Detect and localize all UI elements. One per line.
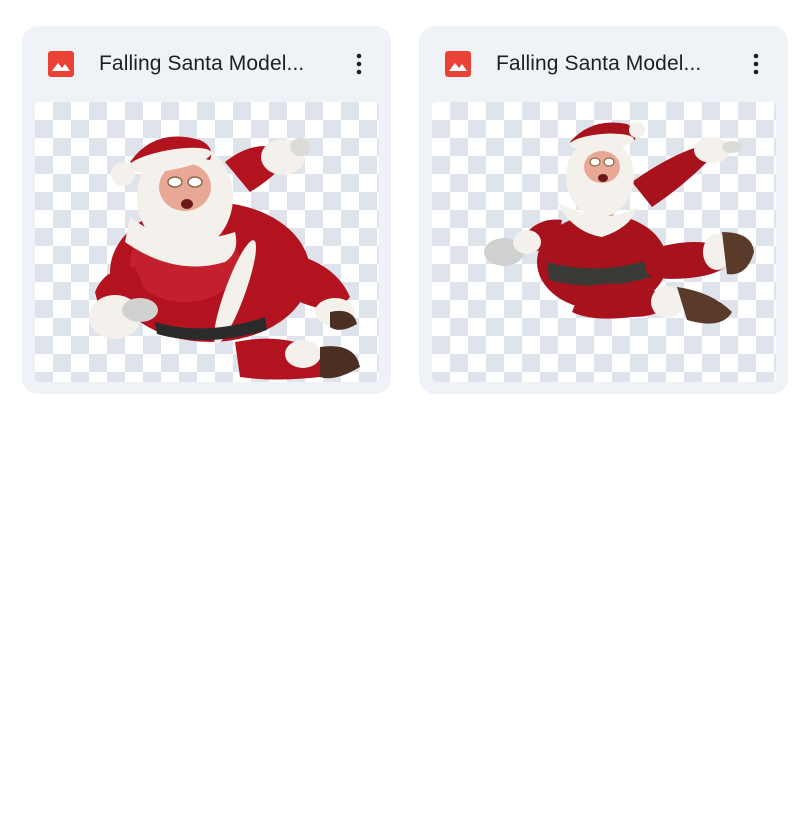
santa-image (484, 122, 754, 324)
more-options-button[interactable] (736, 44, 776, 84)
more-options-button[interactable] (339, 44, 379, 84)
file-grid: Falling Santa Model... Falling Santa Mod… (22, 26, 788, 394)
santa-image (89, 136, 360, 380)
file-card-header: Falling Santa Model... (22, 26, 391, 102)
file-thumbnail[interactable] (432, 102, 776, 382)
file-thumbnail[interactable] (35, 102, 379, 382)
file-card-header: Falling Santa Model... (419, 26, 788, 102)
file-title[interactable]: Falling Santa Model... (496, 50, 728, 78)
file-card[interactable]: Falling Santa Model... (22, 26, 391, 394)
image-file-icon (445, 51, 471, 77)
file-card[interactable]: Falling Santa Model... (419, 26, 788, 394)
file-title[interactable]: Falling Santa Model... (99, 50, 331, 78)
more-vert-icon (356, 53, 362, 75)
image-file-icon (48, 51, 74, 77)
more-vert-icon (753, 53, 759, 75)
